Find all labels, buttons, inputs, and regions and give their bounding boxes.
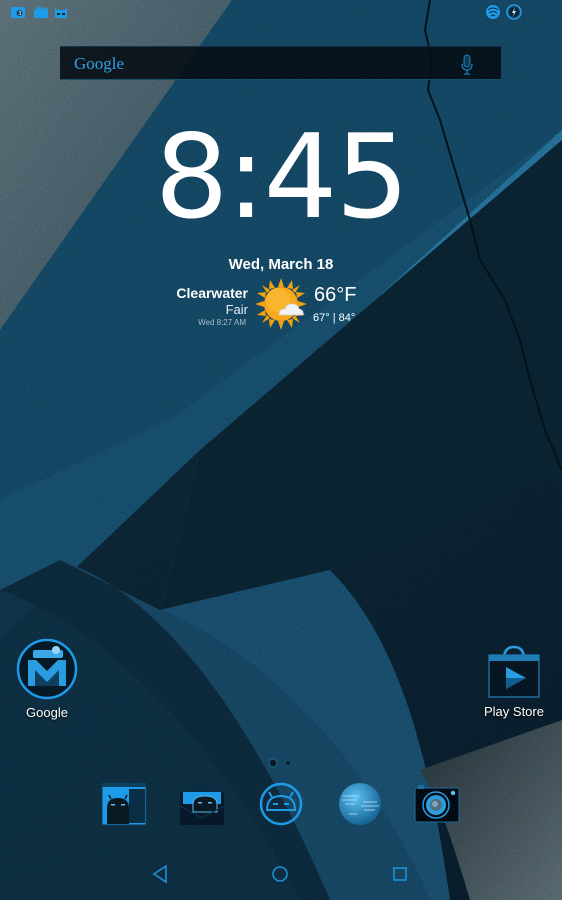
- weather-condition: Fair: [225, 302, 248, 317]
- weather-updated-time: Wed 8:27 AM: [198, 318, 246, 327]
- sun-with-cloud-icon[interactable]: [254, 277, 308, 331]
- svg-text:3: 3: [18, 11, 21, 17]
- gmail-icon: [16, 638, 78, 700]
- clock-minutes: 45: [263, 110, 410, 245]
- date-label[interactable]: Wed, March 18: [0, 256, 562, 273]
- weather-low-high: 67° | 84°: [313, 312, 356, 324]
- home-icon[interactable]: [268, 862, 292, 886]
- android-image-app-icon[interactable]: [101, 782, 147, 826]
- wifi-globe-icon[interactable]: [485, 4, 501, 20]
- google-search-bar[interactable]: Google: [60, 46, 501, 80]
- battery-charging-icon[interactable]: [506, 4, 522, 20]
- clock-widget[interactable]: 8:45: [0, 108, 562, 248]
- clock-separator: :: [226, 110, 266, 245]
- android-mail-app-icon[interactable]: [179, 782, 225, 826]
- app-google[interactable]: Google: [8, 638, 86, 720]
- app-label: Play Store: [484, 704, 544, 719]
- screenshot-notification-icon[interactable]: 3: [10, 4, 26, 20]
- recents-icon[interactable]: [388, 862, 412, 886]
- browser-globe-icon[interactable]: [337, 782, 383, 826]
- microphone-icon[interactable]: [461, 54, 473, 76]
- signal-bars-notification-icon[interactable]: [33, 4, 49, 20]
- app-play-store[interactable]: Play Store: [478, 645, 550, 719]
- app-drawer-android-icon[interactable]: [258, 782, 304, 826]
- cyanogenmod-mascot-icon[interactable]: [53, 4, 69, 20]
- weather-temperature: 66°F: [314, 284, 357, 306]
- play-store-icon: [488, 645, 540, 698]
- clock-hours: 8: [154, 110, 229, 245]
- back-icon[interactable]: [148, 862, 172, 886]
- weather-city[interactable]: Clearwater: [176, 285, 248, 301]
- app-label: Google: [26, 705, 68, 720]
- camera-icon[interactable]: [414, 782, 460, 826]
- page-indicator[interactable]: [268, 758, 298, 768]
- status-bar: 3: [0, 0, 562, 24]
- page-dot[interactable]: [286, 761, 290, 765]
- page-dot-active[interactable]: [268, 758, 278, 768]
- google-logo[interactable]: Google: [74, 54, 124, 74]
